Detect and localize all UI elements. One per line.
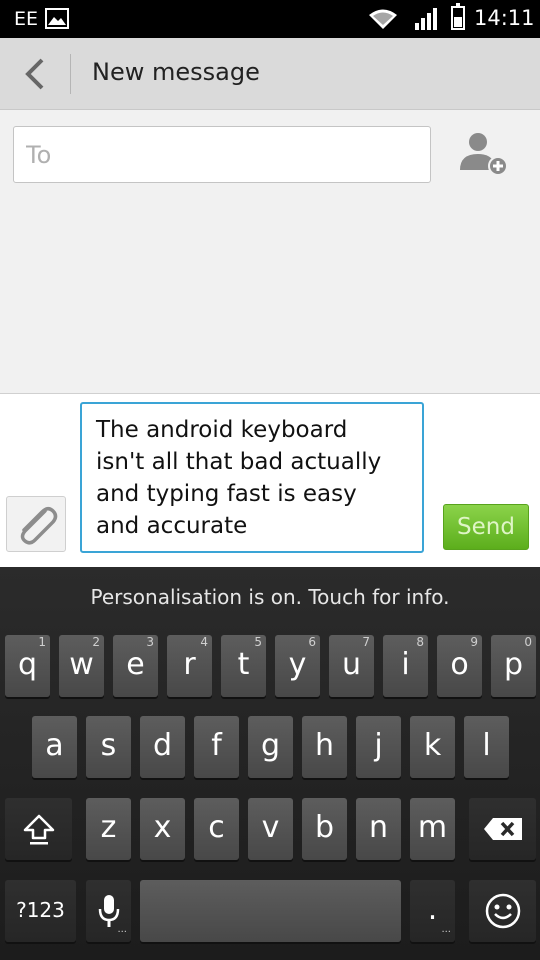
- microphone-icon: [98, 895, 119, 927]
- emoji-key[interactable]: [469, 880, 536, 942]
- action-bar: New message: [0, 38, 540, 110]
- key-z[interactable]: z: [86, 798, 131, 860]
- key-v[interactable]: v: [248, 798, 293, 860]
- key-a[interactable]: a: [32, 716, 77, 778]
- key-e[interactable]: e3: [113, 635, 158, 697]
- key-y[interactable]: y6: [275, 635, 320, 697]
- shift-key[interactable]: [5, 798, 72, 860]
- compose-area: The android keyboard isn't all that bad …: [0, 394, 540, 567]
- key-r[interactable]: r4: [167, 635, 212, 697]
- message-line: and accurate: [96, 513, 248, 539]
- chevron-left-icon: [25, 58, 44, 90]
- action-bar-divider: [70, 54, 71, 94]
- key-k[interactable]: k: [410, 716, 455, 778]
- emoji-icon: [485, 893, 520, 929]
- key-u[interactable]: u7: [329, 635, 374, 697]
- image-notification-icon: [45, 8, 69, 29]
- key-d[interactable]: d: [140, 716, 185, 778]
- recipient-area: [0, 110, 540, 394]
- shift-icon: [23, 814, 54, 845]
- key-m[interactable]: m: [410, 798, 455, 860]
- period-key[interactable]: . ···: [410, 880, 455, 942]
- keyboard: Personalisation is on. Touch for info. q…: [0, 567, 540, 960]
- carrier-name: EE: [14, 8, 39, 30]
- key-t[interactable]: t5: [221, 635, 266, 697]
- key-c[interactable]: c: [194, 798, 239, 860]
- signal-icon: [415, 8, 439, 34]
- key-n[interactable]: n: [356, 798, 401, 860]
- message-input[interactable]: The android keyboard isn't all that bad …: [80, 402, 424, 553]
- attach-button[interactable]: [6, 496, 66, 552]
- backspace-icon: [483, 818, 522, 840]
- key-l[interactable]: l: [464, 716, 509, 778]
- to-input[interactable]: [13, 126, 431, 183]
- page-title: New message: [92, 58, 260, 86]
- add-contact-icon: [460, 133, 508, 176]
- key-q[interactable]: q1: [5, 635, 50, 697]
- key-b[interactable]: b: [302, 798, 347, 860]
- back-button[interactable]: [14, 52, 58, 96]
- status-bar: EE 14:11: [0, 0, 540, 38]
- key-j[interactable]: j: [356, 716, 401, 778]
- add-contact-button[interactable]: [456, 128, 512, 184]
- more-options-indicator: ···: [441, 927, 451, 938]
- key-h[interactable]: h: [302, 716, 347, 778]
- key-s[interactable]: s: [86, 716, 131, 778]
- more-options-indicator: ···: [117, 927, 127, 938]
- backspace-key[interactable]: [469, 798, 536, 860]
- clock: 14:11: [474, 6, 535, 30]
- send-button[interactable]: Send: [443, 504, 529, 550]
- key-i[interactable]: i8: [383, 635, 428, 697]
- message-line: and typing fast is easy: [96, 481, 357, 507]
- key-w[interactable]: w2: [59, 635, 104, 697]
- symbols-key[interactable]: ?123: [5, 880, 76, 942]
- keyboard-banner[interactable]: Personalisation is on. Touch for info.: [0, 585, 540, 609]
- space-bar[interactable]: [140, 880, 401, 942]
- key-o[interactable]: o9: [437, 635, 482, 697]
- battery-icon: [451, 3, 465, 30]
- voice-input-key[interactable]: ···: [86, 880, 131, 942]
- key-g[interactable]: g: [248, 716, 293, 778]
- key-p[interactable]: p0: [491, 635, 536, 697]
- message-line: isn't all that bad actually: [96, 449, 382, 475]
- key-x[interactable]: x: [140, 798, 185, 860]
- message-line: The android keyboard: [96, 417, 348, 443]
- key-f[interactable]: f: [194, 716, 239, 778]
- wifi-icon: [368, 8, 398, 34]
- paperclip-icon: [20, 507, 58, 545]
